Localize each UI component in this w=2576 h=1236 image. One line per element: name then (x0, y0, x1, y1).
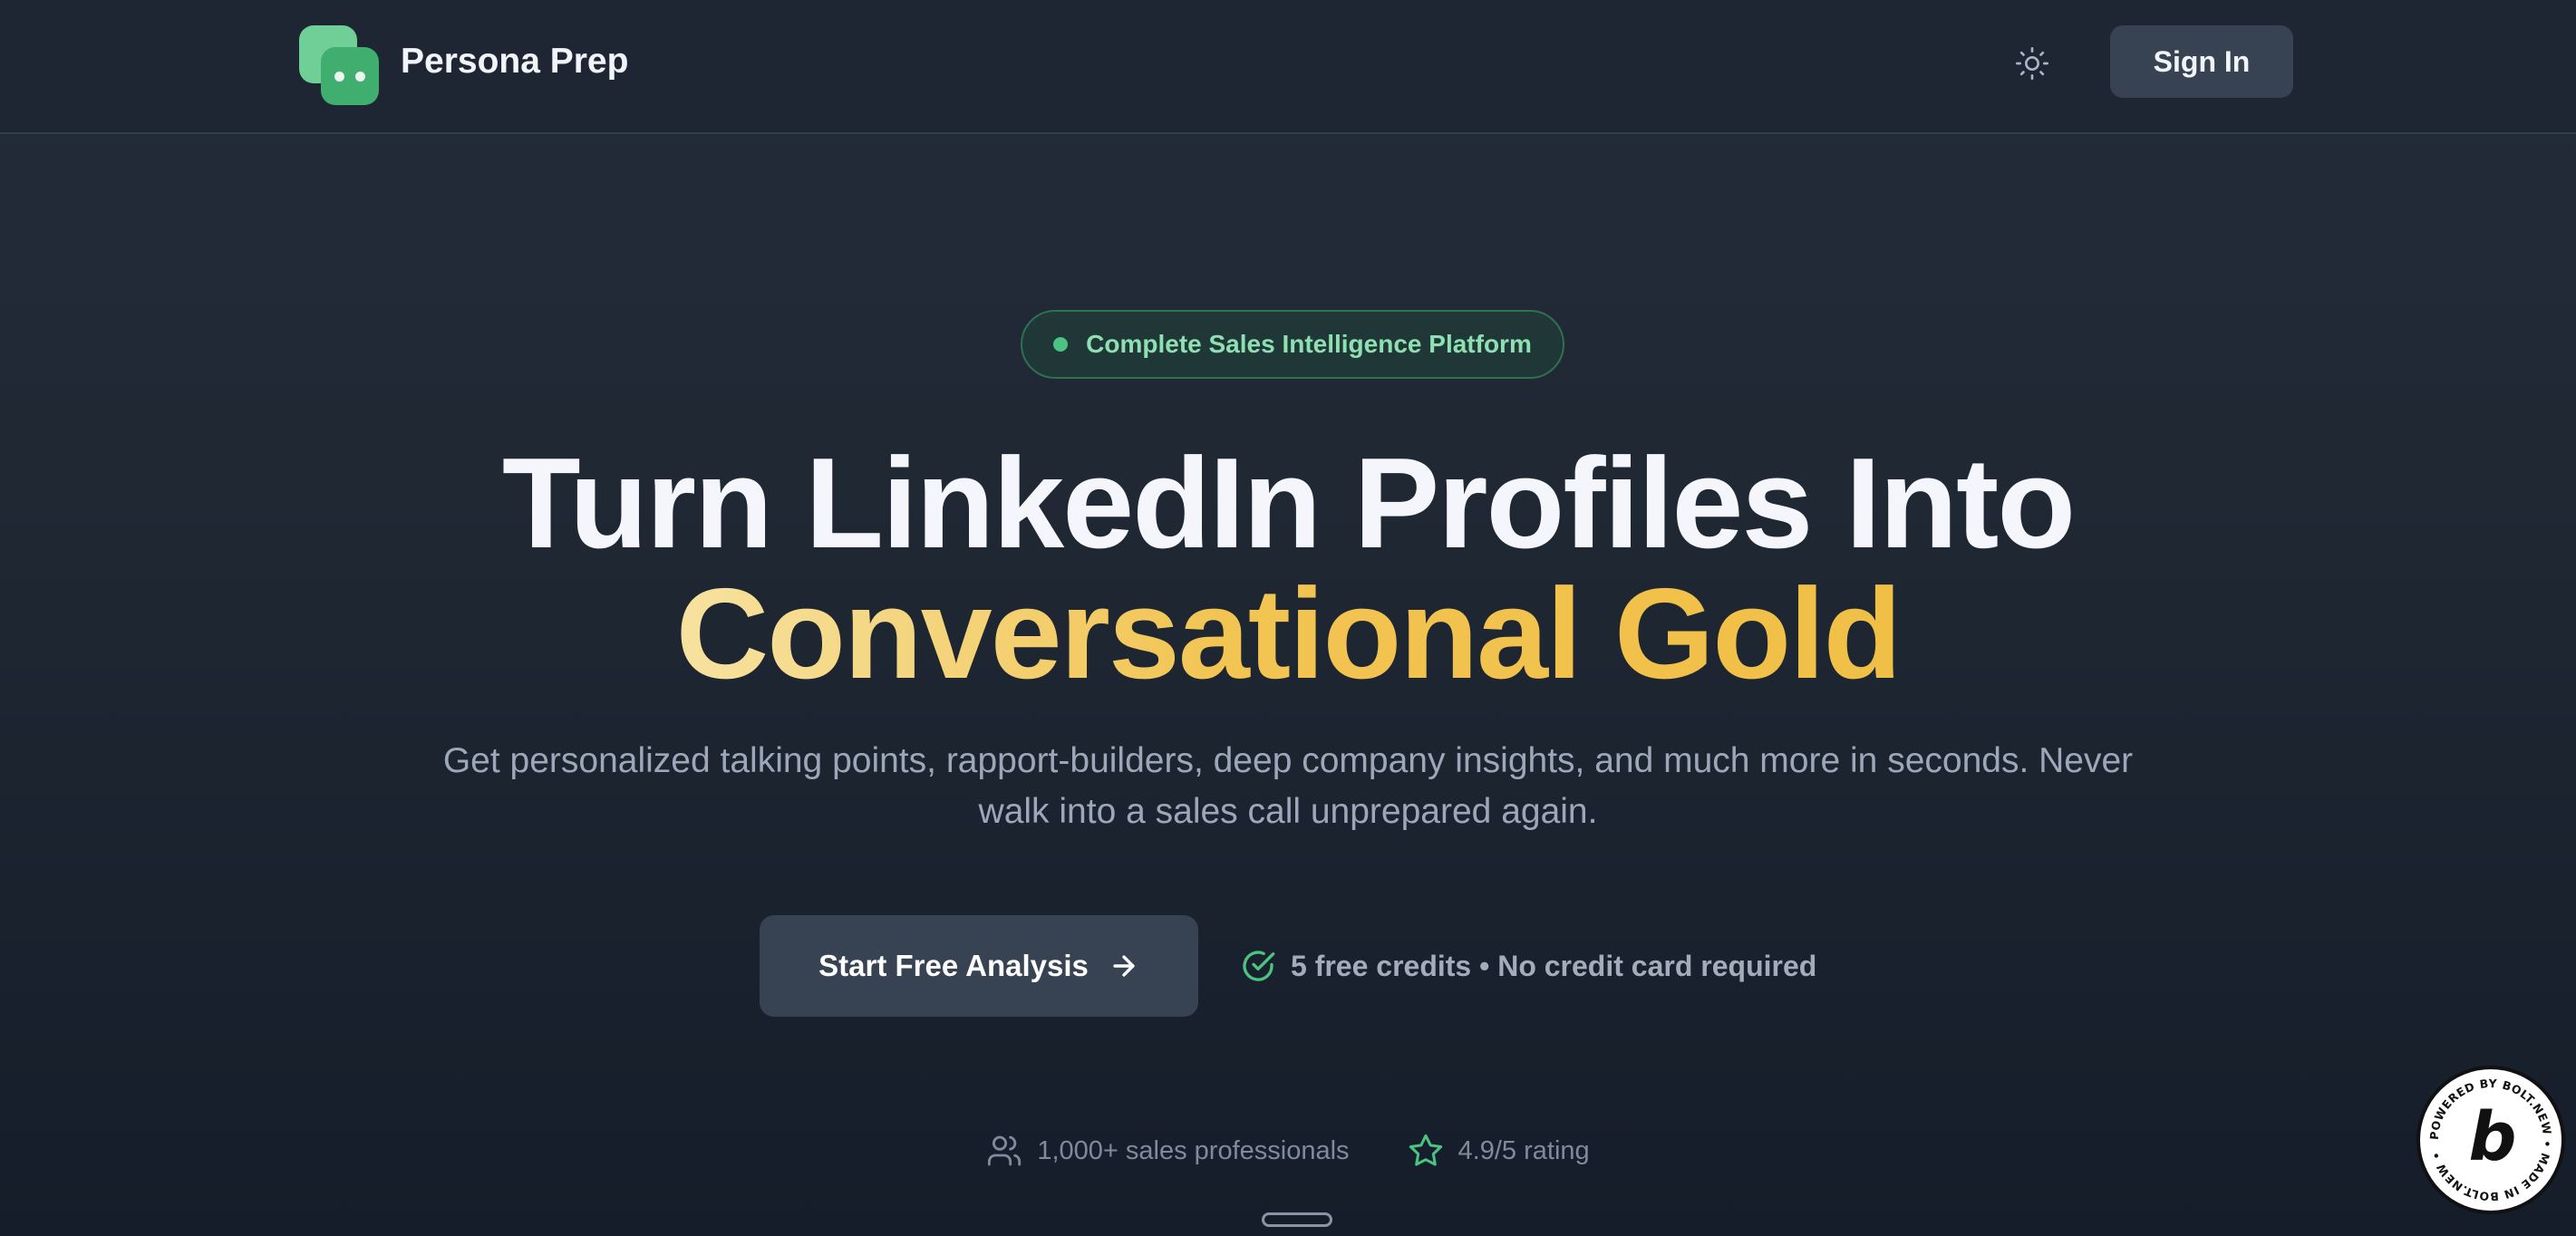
bolt-glyph: b (2469, 1098, 2517, 1176)
social-proof-stats: 1,000+ sales professionals 4.9/5 rating (0, 1129, 2576, 1173)
brand-name[interactable]: Persona Prep (401, 36, 628, 87)
sign-in-button[interactable]: Sign In (2110, 25, 2293, 98)
users-icon (988, 1135, 1022, 1166)
cta-label: Start Free Analysis (818, 949, 1089, 982)
start-free-analysis-button[interactable]: Start Free Analysis (760, 915, 1198, 1017)
arrow-right-icon (1113, 955, 1135, 977)
hero-title-line-2: Conversational Gold (0, 562, 2576, 707)
star-icon (1409, 1134, 1442, 1166)
top-navbar: Persona Prep Sign In (0, 0, 2576, 134)
platform-badge: Complete Sales Intelligence Platform (1021, 310, 1564, 379)
check-circle-icon (1243, 951, 1275, 981)
platform-badge-label: Complete Sales Intelligence Platform (1086, 330, 1532, 358)
hero-subtitle: Get personalized talking points, rapport… (442, 741, 2134, 831)
persona-prep-logo-icon[interactable] (299, 25, 379, 105)
bolt-logo-icon: POWERED BY BOLT.NEW • MADE IN BOLT.NEW •… (2427, 1077, 2554, 1203)
users-stat: 1,000+ sales professionals (986, 1133, 1350, 1169)
free-credits-text: 5 free credits • No credit card required (1291, 949, 1817, 982)
status-dot-icon (1053, 337, 1069, 352)
sun-icon (2016, 47, 2048, 80)
users-stat-text: 1,000+ sales professionals (1037, 1135, 1350, 1165)
rating-stat: 4.9/5 rating (1408, 1133, 1590, 1169)
free-credits-note: 5 free credits • No credit card required (1240, 942, 1816, 990)
hero-title-highlight: Conversational Gold (675, 562, 1903, 706)
hero-title-line-1: Turn LinkedIn Profiles Into (501, 431, 2076, 575)
powered-by-bolt-badge[interactable]: POWERED BY BOLT.NEW • MADE IN BOLT.NEW •… (2416, 1066, 2565, 1214)
theme-toggle-button[interactable] (2007, 38, 2058, 89)
scroll-indicator[interactable] (1262, 1212, 1332, 1227)
rating-stat-text: 4.9/5 rating (1457, 1135, 1590, 1165)
